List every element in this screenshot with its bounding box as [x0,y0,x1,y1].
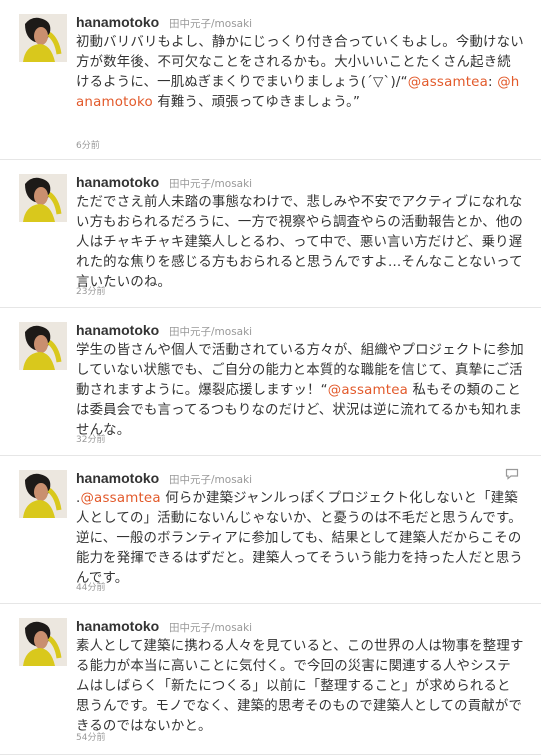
timestamp-link[interactable]: 32分前 [76,432,105,445]
tweet: hanamotoko 田中元子/mosaki 素人として建築に携わる人々を見てい… [0,604,541,755]
mention-link[interactable]: @assamtea [328,383,408,398]
user-name-link[interactable]: hanamotoko [76,470,159,486]
user-name-link[interactable]: hanamotoko [76,174,159,190]
tweet: hanamotoko 田中元子/mosaki 初動バリバリもよし、静かにじっくり… [0,0,541,160]
avatar[interactable] [19,322,67,370]
timeline: hanamotoko 田中元子/mosaki 初動バリバリもよし、静かにじっくり… [0,0,541,755]
avatar[interactable] [19,470,67,518]
user-name-link[interactable]: hanamotoko [76,14,159,30]
reply-icon[interactable] [505,468,519,480]
tweet-text: .@assamtea 何らか建築ジャンルっぽくプロジェクト化しないと「建築人とし… [76,491,524,586]
timestamp-link[interactable]: 54分前 [76,730,105,743]
tweet-text: ただでさえ前人未踏の事態なわけで、悲しみや不安でアクティブになれない方もおられる… [76,195,524,290]
screen-name: 田中元子/mosaki [169,474,253,486]
screen-name: 田中元子/mosaki [169,178,253,190]
tweet-text: 学生の皆さんや個人で活動されている方々が、組織やプロジェクトに参加していない状態… [76,343,524,438]
screen-name: 田中元子/mosaki [169,18,253,30]
timestamp-link[interactable]: 23分前 [76,284,105,297]
tweet-text: 素人として建築に携わる人々を見ていると、この世界の人は物事を整理する能力が本当に… [76,639,524,734]
avatar[interactable] [19,618,67,666]
mention-link[interactable]: @assamtea [80,491,160,506]
timestamp-link[interactable]: 44分前 [76,580,105,593]
tweet: hanamotoko 田中元子/mosaki ただでさえ前人未踏の事態なわけで、… [0,160,541,308]
user-name-link[interactable]: hanamotoko [76,322,159,338]
mention-link[interactable]: @assamtea [408,75,488,90]
screen-name: 田中元子/mosaki [169,622,253,634]
avatar[interactable] [19,14,67,62]
tweet: hanamotoko 田中元子/mosaki 学生の皆さんや個人で活動されている… [0,308,541,456]
screen-name: 田中元子/mosaki [169,326,253,338]
timestamp-link[interactable]: 6分前 [76,138,100,151]
avatar[interactable] [19,174,67,222]
tweet-text: 初動バリバリもよし、静かにじっくり付き合っていくもよし。今動けない方が数年後、不… [76,35,524,110]
user-name-link[interactable]: hanamotoko [76,618,159,634]
tweet: hanamotoko 田中元子/mosaki .@assamtea 何らか建築ジ… [0,456,541,604]
